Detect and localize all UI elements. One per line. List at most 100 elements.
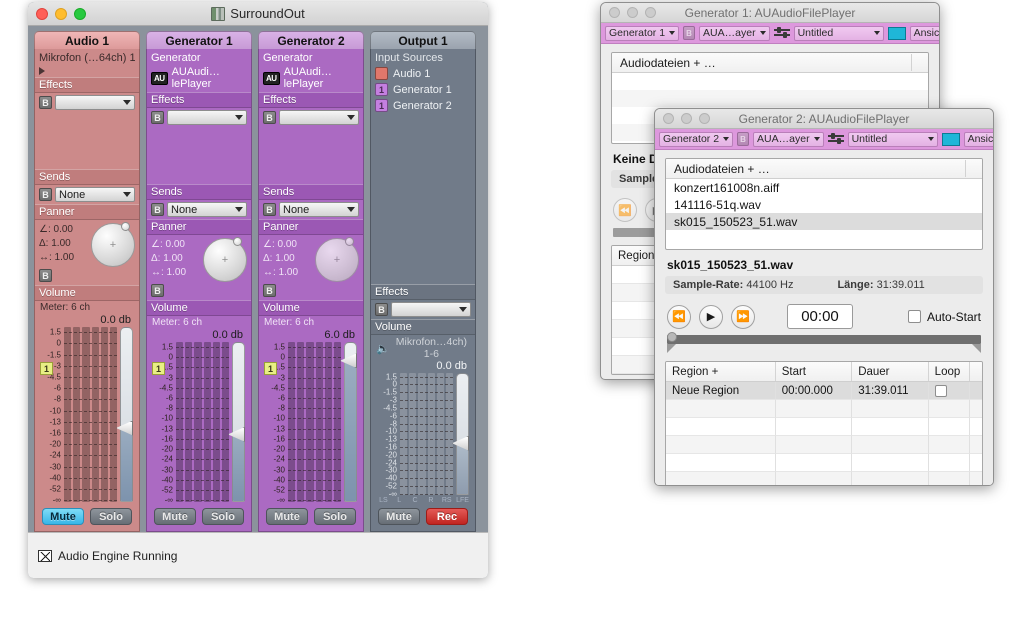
region-name-cell[interactable]: Neue Region — [666, 382, 776, 400]
panner-delta-generator-1[interactable]: Δ: 1.00 — [151, 252, 201, 266]
output-device-label[interactable]: Mikrofon…4ch) 1-6 — [393, 336, 470, 360]
zoom-button[interactable] — [74, 8, 86, 20]
bypass-button-sends-generator-2[interactable]: B — [263, 203, 276, 216]
minimize-button[interactable] — [627, 7, 638, 18]
generator-2-window-controls[interactable] — [663, 113, 710, 124]
close-button[interactable] — [36, 8, 48, 20]
solo-button-audio-1[interactable]: Solo — [90, 508, 132, 525]
generator-plugin-1[interactable]: AU AUAudi…lePlayer — [151, 66, 247, 90]
effects-popup-audio-1[interactable] — [55, 95, 135, 110]
file-list-header-generator-1[interactable]: Audiodateien + … — [612, 53, 928, 73]
loop-checkbox[interactable] — [934, 384, 947, 397]
db-value-generator-2[interactable]: 6.0 db — [261, 329, 361, 342]
record-button-output-1[interactable]: Rec — [426, 508, 468, 525]
sliders-icon[interactable] — [773, 27, 790, 39]
channel-index-badge-generator-2[interactable]: 1 — [264, 362, 277, 375]
preset-selector-generator-2[interactable]: Untitled — [847, 131, 938, 147]
bypass-button-panner-audio-1[interactable]: B — [39, 269, 52, 282]
channel-index-badge-audio-1[interactable]: 1 — [40, 362, 53, 375]
panner-knob-generator-2[interactable] — [315, 237, 359, 282]
loop-column-header[interactable]: Loop — [929, 362, 970, 381]
file-list-item[interactable]: 141116-51q.wav — [666, 196, 982, 213]
scrubber-handle[interactable] — [667, 332, 677, 342]
plugin-selector-generator-2[interactable]: AUA…ayer — [753, 131, 824, 147]
generator-1-window-controls[interactable] — [609, 7, 656, 18]
rewind-button-generator-1[interactable]: ⏪ — [613, 198, 637, 222]
auto-start-checkbox[interactable] — [907, 310, 921, 323]
bypass-button-panner-generator-2[interactable]: B — [263, 284, 276, 297]
db-value-output-1[interactable]: 0.0 db — [373, 360, 473, 373]
panner-azimuth-generator-2[interactable]: ∠: 0.00 — [263, 238, 313, 252]
db-value-audio-1[interactable]: 0.0 db — [37, 314, 137, 327]
file-list-generator-2[interactable]: Audiodateien + … konzert161008n.aiff 141… — [665, 158, 983, 250]
panner-delta-audio-1[interactable]: Δ: 1.00 — [39, 237, 89, 251]
sliders-icon[interactable] — [827, 133, 844, 145]
volume-fader-generator-2[interactable] — [340, 342, 358, 502]
time-display[interactable]: 00:00 — [787, 304, 853, 329]
generator-plugin-2[interactable]: AU AUAudi…lePlayer — [263, 66, 359, 90]
file-list-header-generator-2[interactable]: Audiodateien + … — [666, 159, 982, 179]
volume-fader-generator-1[interactable] — [228, 342, 246, 502]
input-source-item[interactable]: 1 Generator 1 — [375, 83, 471, 96]
solo-button-generator-1[interactable]: Solo — [202, 508, 244, 525]
bypass-button-panner-generator-1[interactable]: B — [151, 284, 164, 297]
plugin-selector-generator-1[interactable]: AUA…ayer — [699, 25, 770, 41]
minimize-button[interactable] — [55, 8, 67, 20]
region-start-cell[interactable]: 00:00.000 — [775, 382, 853, 400]
aulab-window-controls[interactable] — [36, 8, 86, 20]
range-start-marker-icon[interactable] — [667, 344, 676, 353]
input-source-item[interactable]: 1 Generator 2 — [375, 99, 471, 112]
rewind-button-generator-2[interactable]: ⏪ — [667, 304, 691, 329]
generator-1-titlebar[interactable]: Generator 1: AUAudioFilePlayer — [601, 3, 939, 23]
volume-fader-audio-1[interactable] — [116, 327, 134, 502]
db-value-generator-1[interactable]: 0.0 db — [149, 329, 249, 342]
auto-start-control[interactable]: Auto-Start — [907, 310, 981, 324]
disclosure-triangle-icon[interactable] — [39, 67, 45, 75]
panner-azimuth-audio-1[interactable]: ∠: 0.00 — [39, 223, 89, 237]
bypass-button-sends-audio-1[interactable]: B — [39, 188, 52, 201]
panner-knob-handle[interactable] — [121, 222, 130, 231]
audio-source-label[interactable]: Mikrofon (…64ch) 1-2 — [39, 52, 135, 64]
input-source-item[interactable]: Audio 1 — [375, 67, 471, 80]
zoom-button[interactable] — [699, 113, 710, 124]
effects-popup-generator-1[interactable] — [167, 110, 247, 125]
sends-popup-generator-2[interactable]: None — [279, 202, 359, 217]
effects-popup-generator-2[interactable] — [279, 110, 359, 125]
panner-width-generator-1[interactable]: ↔: 1.00 — [151, 266, 201, 280]
mute-button-generator-2[interactable]: Mute — [266, 508, 308, 525]
view-selector-generator-2[interactable]: Ansic…Player — [963, 131, 993, 147]
close-button[interactable] — [663, 113, 674, 124]
forward-button-generator-2[interactable]: ⏩ — [731, 304, 755, 329]
file-list-item[interactable]: konzert161008n.aiff — [666, 179, 982, 196]
solo-button-generator-2[interactable]: Solo — [314, 508, 356, 525]
region-column-header[interactable]: Region + — [666, 362, 776, 381]
panner-width-generator-2[interactable]: ↔: 1.00 — [263, 266, 313, 280]
color-chip-icon[interactable] — [941, 132, 960, 146]
mute-button-audio-1[interactable]: Mute — [42, 508, 84, 525]
preset-selector-generator-1[interactable]: Untitled — [793, 25, 884, 41]
bus-selector-generator-2[interactable]: Generator 2 — [659, 131, 734, 147]
strip-name-generator-2[interactable]: Generator 2 — [258, 31, 364, 49]
bypass-button-effects-output-1[interactable]: B — [375, 303, 388, 316]
effects-popup-output-1[interactable] — [391, 302, 471, 317]
panner-knob-handle[interactable] — [233, 237, 242, 246]
strip-name-generator-1[interactable]: Generator 1 — [146, 31, 252, 49]
bypass-button-generator-2[interactable]: B — [737, 132, 750, 146]
bypass-button-sends-generator-1[interactable]: B — [151, 203, 164, 216]
dauer-column-header[interactable]: Dauer — [852, 362, 929, 381]
panner-knob-handle[interactable] — [345, 237, 354, 246]
generator-2-titlebar[interactable]: Generator 2: AUAudioFilePlayer — [655, 109, 993, 129]
strip-name-audio-1[interactable]: Audio 1 — [34, 31, 140, 49]
scrubber-generator-2[interactable] — [665, 332, 983, 361]
region-table-generator-2[interactable]: Region + Start Dauer Loop Neue Region 00… — [665, 361, 983, 485]
panner-azimuth-generator-1[interactable]: ∠: 0.00 — [151, 238, 201, 252]
zoom-button[interactable] — [645, 7, 656, 18]
bypass-button-effects-generator-1[interactable]: B — [151, 111, 164, 124]
sends-popup-audio-1[interactable]: None — [55, 187, 135, 202]
bypass-button-generator-1[interactable]: B — [683, 26, 696, 40]
table-row[interactable]: Neue Region 00:00.000 31:39.011 — [666, 382, 982, 400]
minimize-button[interactable] — [681, 113, 692, 124]
bypass-button-effects-generator-2[interactable]: B — [263, 111, 276, 124]
start-column-header[interactable]: Start — [776, 362, 853, 381]
volume-fader-output-1[interactable] — [452, 373, 470, 495]
